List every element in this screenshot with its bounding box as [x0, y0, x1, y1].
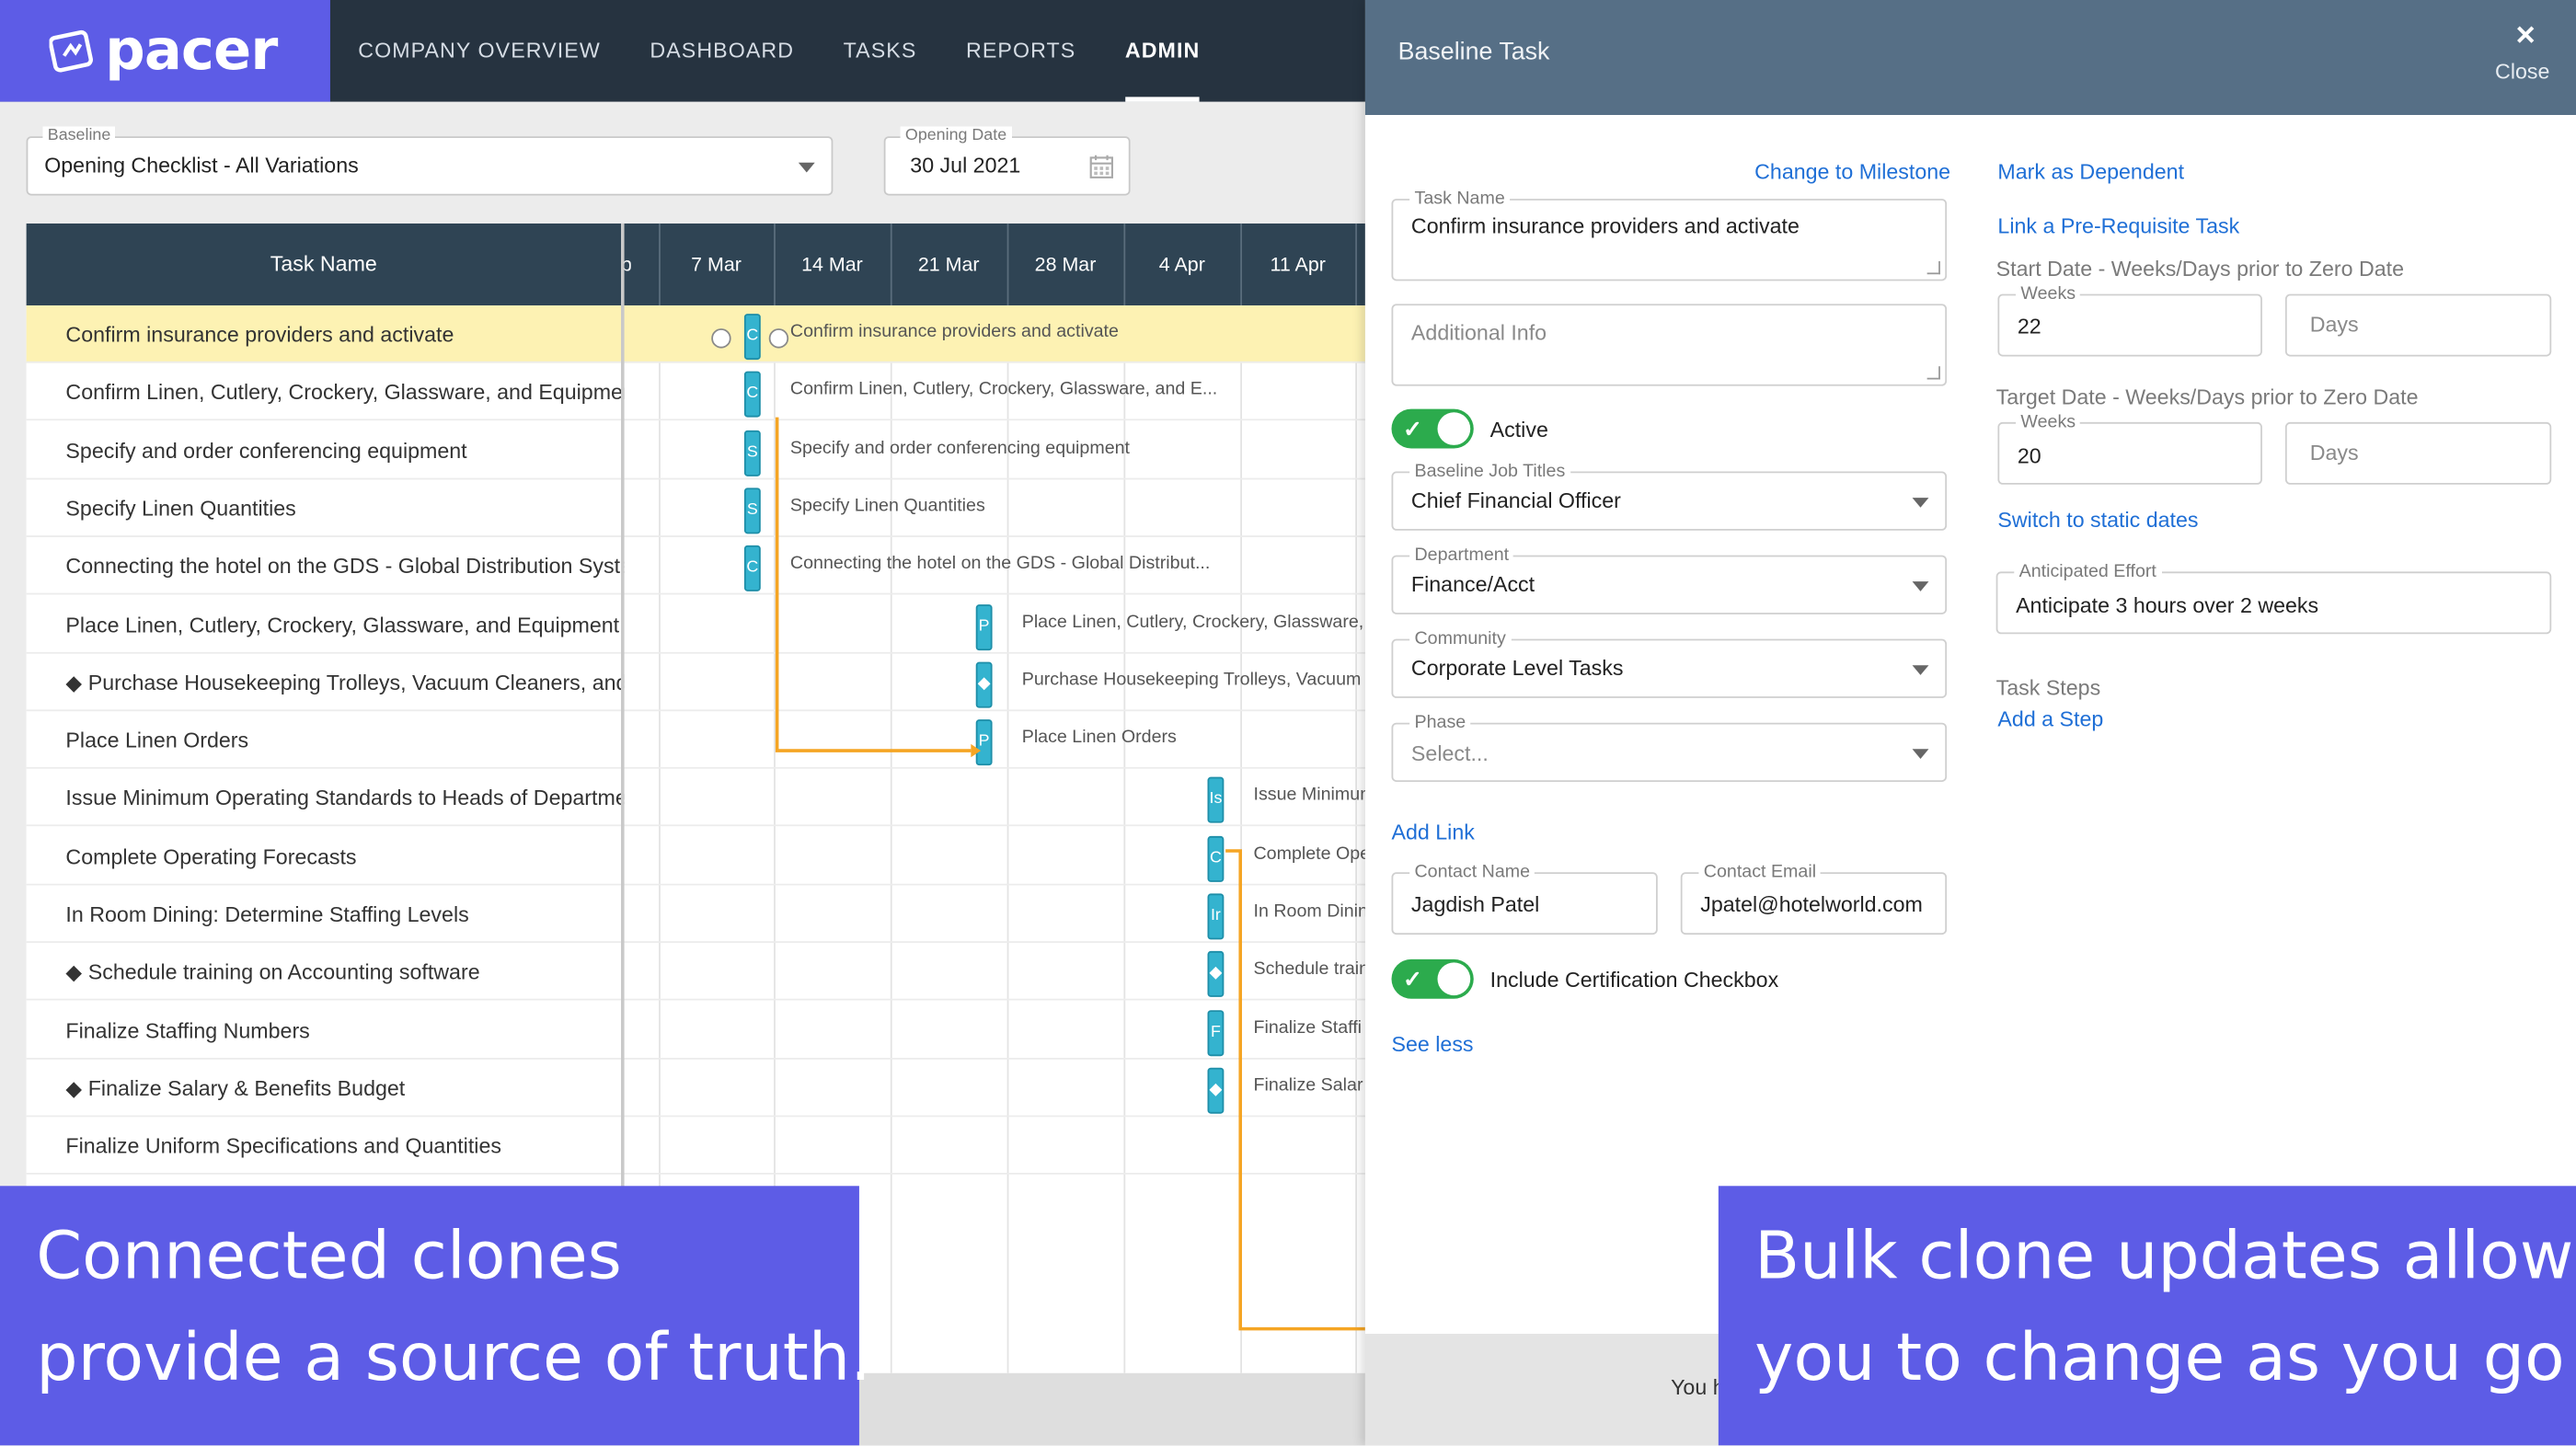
add-link-link[interactable]: Add Link	[1391, 820, 1474, 844]
department-select[interactable]: Department Finance/Acct	[1391, 556, 1947, 614]
callout-left-line-2: provide a source of truth.	[36, 1307, 859, 1409]
chevron-down-icon	[1913, 498, 1929, 508]
change-to-milestone-link[interactable]: Change to Milestone	[1754, 159, 1950, 184]
chevron-down-icon	[799, 163, 815, 173]
task-steps-label: Task Steps	[1996, 675, 2101, 700]
target-days-placeholder: Days	[2310, 441, 2359, 465]
task-name-label: Task Name	[1409, 189, 1510, 208]
nav-tasks[interactable]: TASKS	[844, 0, 917, 102]
start-days-placeholder: Days	[2310, 312, 2359, 337]
contact-email-label: Contact Email	[1698, 862, 1821, 881]
calendar-icon[interactable]	[1089, 155, 1114, 179]
resize-handle-icon[interactable]	[1927, 366, 1940, 379]
callout-right-line-2: you to change as you go	[1754, 1307, 2576, 1409]
main-nav: COMPANY OVERVIEW DASHBOARD TASKS REPORTS…	[358, 0, 1249, 102]
callout-right-line-1: Bulk clone updates allow	[1754, 1206, 2576, 1308]
pacer-logo[interactable]: pacer	[0, 0, 330, 102]
dependency-line	[1225, 851, 1365, 1329]
nav-reports[interactable]: REPORTS	[966, 0, 1075, 102]
close-icon[interactable]: ✕	[2514, 19, 2536, 52]
active-label: Active	[1490, 418, 1548, 442]
target-weeks-field[interactable]: Weeks 20	[1997, 422, 2262, 485]
job-titles-value: Chief Financial Officer	[1411, 488, 1621, 512]
contact-name-field[interactable]: Contact Name Jagdish Patel	[1391, 872, 1657, 935]
contact-email-field[interactable]: Contact Email Jpatel@hotelworld.com	[1681, 872, 1947, 935]
contact-name-label: Contact Name	[1409, 862, 1535, 881]
community-label: Community	[1409, 629, 1511, 648]
toggle-knob	[1437, 412, 1470, 445]
toggle-knob	[1437, 962, 1470, 995]
start-weeks-value: 22	[2018, 314, 2041, 339]
dependency-line	[777, 418, 972, 751]
chevron-down-icon	[1913, 665, 1929, 675]
department-value: Finance/Acct	[1411, 571, 1535, 596]
panel-header: Baseline Task ✕ Close	[1365, 0, 2576, 115]
target-weeks-value: 20	[2018, 443, 2041, 468]
phase-placeholder: Select...	[1411, 740, 1489, 765]
anticipated-effort-label: Anticipated Effort	[2014, 562, 2161, 581]
contact-name-value: Jagdish Patel	[1411, 892, 1539, 917]
opening-date-field[interactable]: Opening Date 30 Jul 2021	[884, 136, 1131, 195]
department-label: Department	[1409, 545, 1513, 565]
resize-handle-icon[interactable]	[1927, 261, 1940, 274]
chevron-down-icon	[1913, 581, 1929, 591]
phase-label: Phase	[1409, 713, 1470, 732]
phase-select[interactable]: Phase Select...	[1391, 723, 1947, 782]
additional-info-placeholder: Additional Info	[1411, 320, 1547, 345]
certification-toggle[interactable]: ✓	[1391, 959, 1473, 999]
anticipated-effort-value: Anticipate 3 hours over 2 weeks	[2016, 593, 2318, 618]
baseline-value: Opening Checklist - All Variations	[44, 138, 359, 194]
nav-company-overview[interactable]: COMPANY OVERVIEW	[358, 0, 601, 102]
callout-right: Bulk clone updates allow you to change a…	[1719, 1186, 2576, 1445]
link-prerequisite-link[interactable]: Link a Pre-Requisite Task	[1997, 213, 2239, 238]
dependency-arrow-icon	[971, 744, 981, 757]
chevron-down-icon	[1913, 749, 1929, 759]
job-titles-select[interactable]: Baseline Job Titles Chief Financial Offi…	[1391, 471, 1947, 530]
baseline-select[interactable]: Baseline Opening Checklist - All Variati…	[27, 136, 834, 195]
pacer-logo-icon	[50, 28, 96, 74]
start-weeks-field[interactable]: Weeks 22	[1997, 294, 2262, 357]
mark-as-dependent-link[interactable]: Mark as Dependent	[1997, 159, 2184, 184]
panel-title: Baseline Task	[1398, 0, 1550, 105]
callout-left-line-1: Connected clones	[36, 1206, 859, 1308]
additional-info-field[interactable]: Additional Info	[1391, 304, 1947, 385]
job-titles-label: Baseline Job Titles	[1409, 462, 1570, 481]
community-select[interactable]: Community Corporate Level Tasks	[1391, 639, 1947, 698]
target-date-title: Target Date - Weeks/Days prior to Zero D…	[1996, 384, 2419, 409]
contact-email-value: Jpatel@hotelworld.com	[1700, 892, 1923, 917]
check-icon: ✓	[1403, 964, 1422, 993]
start-days-field[interactable]: Days	[2285, 294, 2551, 357]
anticipated-effort-field[interactable]: Anticipated Effort Anticipate 3 hours ov…	[1996, 571, 2552, 634]
start-weeks-label: Weeks	[2016, 284, 2080, 304]
certification-label: Include Certification Checkbox	[1490, 968, 1779, 993]
switch-static-dates-link[interactable]: Switch to static dates	[1997, 508, 2198, 533]
task-name-value: Confirm insurance providers and activate	[1411, 213, 1800, 238]
opening-date-value: 30 Jul 2021	[910, 138, 1020, 194]
add-step-link[interactable]: Add a Step	[1997, 706, 2103, 731]
task-name-field[interactable]: Task Name Confirm insurance providers an…	[1391, 199, 1947, 281]
nav-admin[interactable]: ADMIN	[1125, 0, 1200, 102]
app-root: pacer COMPANY OVERVIEW DASHBOARD TASKS R…	[0, 0, 2576, 1445]
brand-name: pacer	[105, 23, 277, 79]
target-weeks-label: Weeks	[2016, 412, 2080, 431]
start-date-title: Start Date - Weeks/Days prior to Zero Da…	[1996, 257, 2404, 281]
callout-left: Connected clones provide a source of tru…	[0, 1186, 859, 1445]
see-less-link[interactable]: See less	[1391, 1031, 1473, 1056]
community-value: Corporate Level Tasks	[1411, 655, 1624, 680]
check-icon: ✓	[1403, 414, 1422, 443]
target-days-field[interactable]: Days	[2285, 422, 2551, 485]
footer-text: You h	[1671, 1375, 1725, 1400]
active-toggle[interactable]: ✓	[1391, 409, 1473, 449]
close-button[interactable]: Close	[2495, 59, 2549, 84]
nav-dashboard[interactable]: DASHBOARD	[650, 0, 794, 102]
